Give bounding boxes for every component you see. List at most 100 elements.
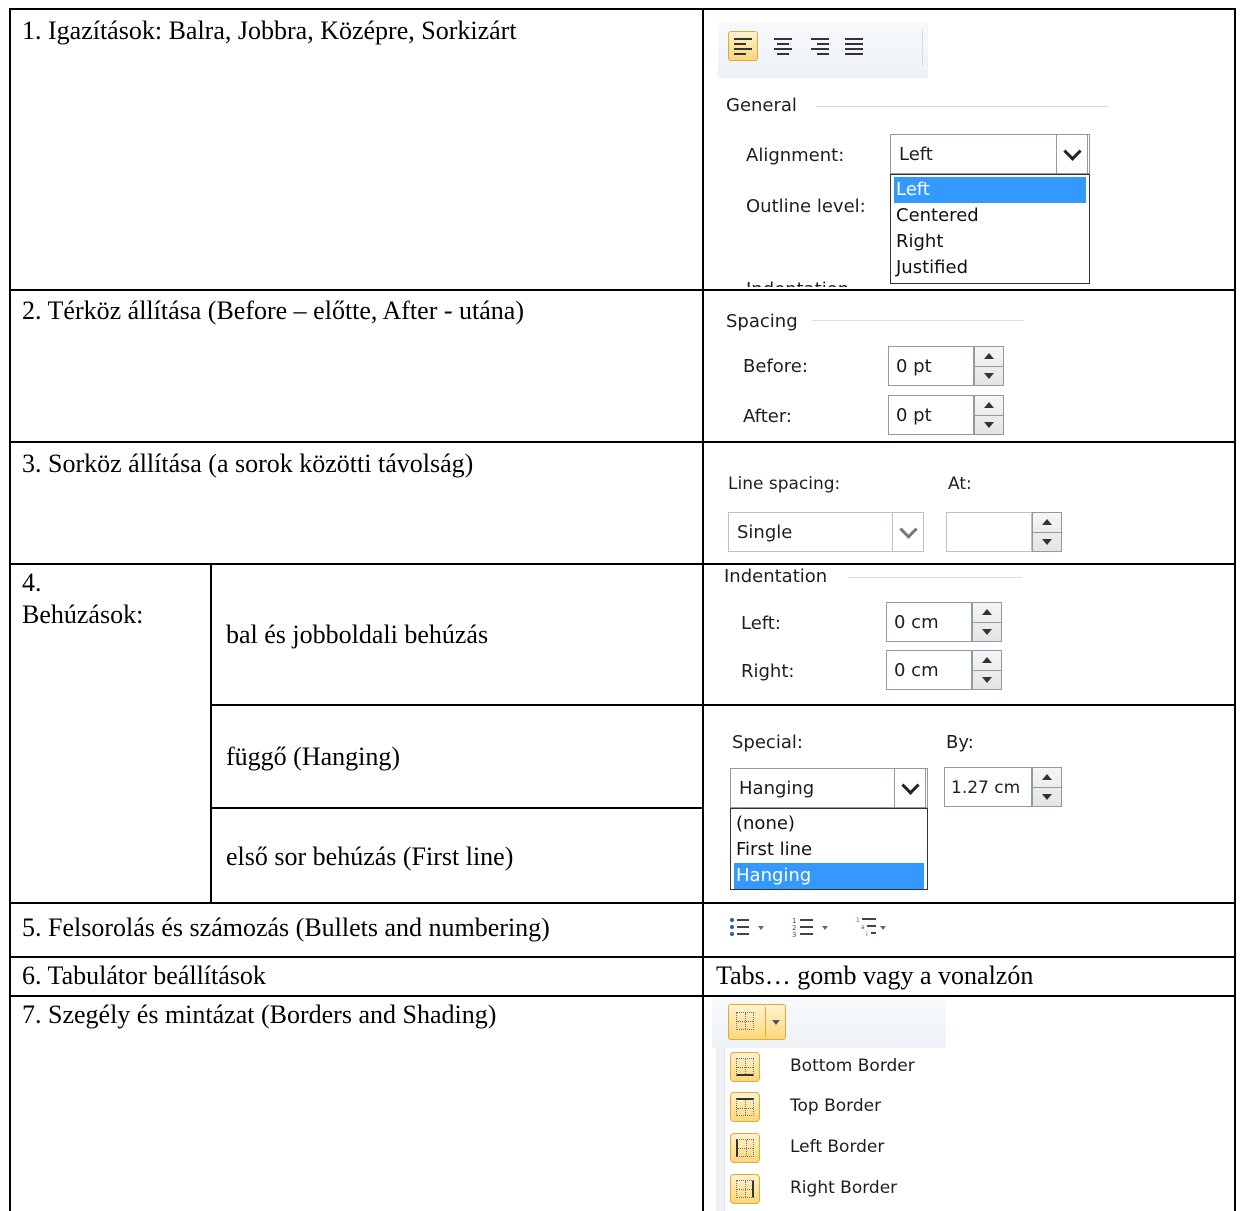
svg-text:i: i [866,931,868,938]
spin-up-icon[interactable] [1042,774,1052,780]
special-option[interactable]: (none) [734,811,924,837]
alignment-option[interactable]: Left [894,177,1086,203]
after-spinner[interactable] [974,395,1004,435]
spin-up-icon[interactable] [1042,519,1052,525]
indent-left-label: Left: [741,613,781,634]
borders-menu-item[interactable]: Right Border [790,1178,897,1198]
indent-right-spinner[interactable] [972,650,1002,690]
row-divider-3 [9,563,1236,565]
row-6-right-text: Tabs… gomb vagy a vonalzón [716,961,1034,990]
line-spacing-value: Single [737,522,793,543]
row-divider-1 [9,289,1236,291]
row-2-text: 2. Térköz állítása (Before – előtte, Aft… [22,296,524,325]
row-divider-5 [9,956,1236,958]
spin-up-icon[interactable] [984,402,994,408]
at-input[interactable] [946,512,1032,552]
right-border-icon[interactable] [730,1174,760,1204]
alignment-option[interactable]: Right [894,229,1086,255]
align-left-icon[interactable] [728,31,758,61]
special-label: Special: [732,732,803,753]
indent-right-value: 0 cm [894,660,939,681]
table-subcolumn-divider [210,565,212,903]
svg-text:a: a [861,924,865,931]
chevron-down-icon [898,519,918,539]
line-spacing-dropdown-button[interactable] [892,512,924,552]
row-1-text: 1. Igazítások: Balra, Jobbra, Középre, S… [22,16,517,45]
by-input[interactable]: 1.27 cm [944,767,1032,807]
special-options-list: (none) First line Hanging [730,808,928,890]
align-right-icon[interactable] [804,31,834,61]
indent-right-input[interactable]: 0 cm [886,650,972,690]
align-justify-icon[interactable] [840,31,870,61]
indent-right-label: Right: [741,661,795,682]
spin-down-icon[interactable] [1042,539,1052,545]
bottom-border-icon[interactable] [730,1052,760,1082]
spacing-group-line [812,320,1024,321]
row-4a-text: bal és jobboldali behúzás [226,620,489,649]
before-label: Before: [743,356,808,377]
spin-down-icon[interactable] [984,373,994,379]
row-divider-6 [9,995,1236,997]
numbering-button[interactable]: 1 2 3 [792,914,842,944]
spin-up-icon[interactable] [982,609,992,615]
before-input[interactable]: 0 pt [888,346,974,386]
align-center-icon[interactable] [768,31,798,61]
borders-menu-gutter [716,1048,725,1211]
chevron-down-icon [1062,141,1082,161]
spacing-group-label: Spacing [726,311,798,332]
general-group-label: General [726,95,797,116]
borders-split-button[interactable] [728,1004,786,1040]
alignment-options-list: Left Centered Right Justified [890,174,1090,284]
line-spacing-label: Line spacing: [728,474,841,494]
bullets-button[interactable] [728,914,778,944]
borders-icon [731,1007,761,1037]
svg-text:1: 1 [856,917,860,924]
left-border-icon[interactable] [730,1133,760,1163]
row-divider-2 [9,441,1236,443]
alignment-option[interactable]: Centered [894,203,1086,229]
spin-down-icon[interactable] [982,677,992,683]
spin-up-icon[interactable] [984,353,994,359]
spin-up-icon[interactable] [982,657,992,663]
before-spinner[interactable] [974,346,1004,386]
spin-down-icon[interactable] [1042,794,1052,800]
multilevel-list-icon: 1 a i [856,917,886,938]
borders-menu-item[interactable]: Left Border [790,1137,884,1157]
special-dropdown-button[interactable] [894,768,926,808]
row-divider-4b [210,807,704,809]
top-border-icon[interactable] [730,1092,760,1122]
bullets-icon [730,918,764,936]
at-spinner[interactable] [1032,512,1062,552]
indentation-group-line [848,577,1022,578]
row-4-title: Behúzások: [22,600,144,629]
borders-menu-item[interactable]: Top Border [790,1096,881,1116]
after-label: After: [743,406,792,427]
spin-down-icon[interactable] [984,422,994,428]
row-7-text: 7. Szegély és mintázat (Borders and Shad… [22,1000,497,1029]
table-border-right [1234,8,1236,1211]
borders-dropdown-divider [765,1007,766,1037]
chevron-down-icon [900,775,920,795]
indent-left-input[interactable]: 0 cm [886,602,972,642]
row-3-text: 3. Sorköz állítása (a sorok közötti távo… [22,449,474,478]
toolbar-separator [922,30,923,66]
row-divider-4 [9,902,1236,904]
indent-left-spinner[interactable] [972,602,1002,642]
after-input[interactable]: 0 pt [888,395,974,435]
table-border-top [9,8,1236,10]
spin-down-icon[interactable] [982,629,992,635]
multilevel-list-button[interactable]: 1 a i [856,914,896,944]
alignment-option[interactable]: Justified [894,255,1086,281]
chevron-down-icon[interactable] [771,1019,781,1027]
indentation-group-label: Indentation [724,566,828,587]
special-option[interactable]: Hanging [734,863,924,889]
row-4b-text: függő (Hanging) [226,742,401,771]
borders-menu-item[interactable]: Bottom Border [790,1056,915,1076]
table-column-divider [702,8,704,1211]
special-option[interactable]: First line [734,837,924,863]
outline-level-label: Outline level: [746,196,866,217]
alignment-dropdown-button[interactable] [1056,134,1088,174]
by-spinner[interactable] [1032,767,1062,807]
svg-text:3: 3 [792,931,796,939]
row-4-number: 4. [22,568,42,597]
